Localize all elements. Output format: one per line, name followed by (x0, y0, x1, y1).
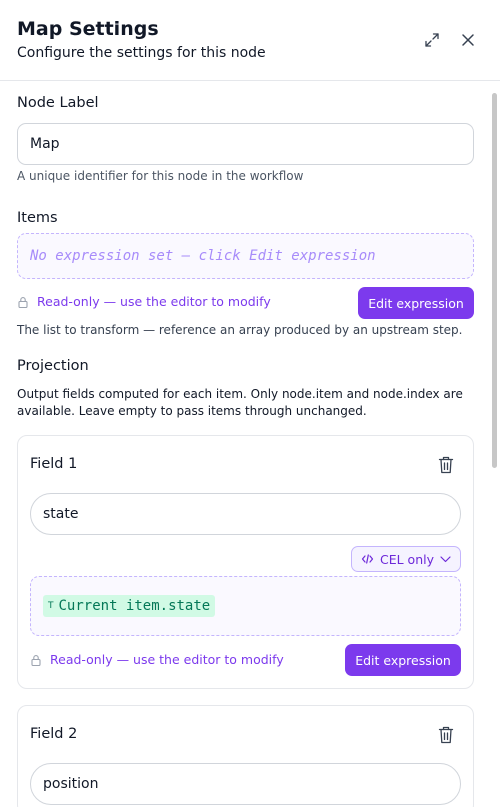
field-card-2: Field 2 position (17, 705, 474, 807)
expression-token: T Current item.state (43, 595, 216, 617)
trash-icon[interactable] (438, 726, 454, 744)
chevron-down-icon (440, 555, 451, 562)
scrollbar-thumb[interactable] (492, 93, 497, 468)
items-expression-box[interactable]: No expression set — click Edit expressio… (17, 233, 474, 279)
field-1-expression-box[interactable]: T Current item.state (30, 576, 461, 636)
field-card-1: Field 1 state CEL only T Current item.st… (17, 435, 474, 689)
items-help: The list to transform — reference an arr… (17, 323, 463, 337)
field-2-title: Field 2 (30, 726, 78, 742)
projection-help: Output fields computed for each item. On… (17, 387, 463, 418)
panel-header: Map Settings Configure the settings for … (0, 0, 500, 81)
close-icon (462, 34, 474, 46)
trash-icon[interactable] (438, 456, 454, 474)
expand-button[interactable] (421, 29, 443, 51)
node-label-help: A unique identifier for this node in the… (17, 169, 304, 183)
node-label-heading: Node Label (17, 95, 99, 111)
lock-icon (18, 296, 28, 308)
panel-title: Map Settings (17, 18, 159, 40)
items-readonly-note: Read-only — use the editor to modify (17, 294, 271, 309)
token-type-badge: T (48, 601, 54, 611)
field-1-edit-expression-button[interactable]: Edit expression (345, 644, 461, 676)
field-2-name-input[interactable]: position (30, 763, 461, 805)
node-label-input[interactable]: Map (17, 123, 474, 165)
code-icon (361, 554, 374, 564)
items-expression-placeholder: No expression set — click Edit expressio… (30, 248, 376, 264)
items-readonly-text: Read-only — use the editor to modify (37, 294, 271, 309)
projection-heading: Projection (17, 358, 89, 374)
lock-icon (31, 654, 41, 666)
scrollbar[interactable] (490, 89, 498, 807)
token-text: Current item.state (58, 598, 211, 614)
field-1-title: Field 1 (30, 456, 78, 472)
field-1-readonly-text: Read-only — use the editor to modify (50, 652, 284, 667)
field-1-name-input[interactable]: state (30, 493, 461, 535)
close-button[interactable] (457, 29, 479, 51)
items-edit-expression-button[interactable]: Edit expression (358, 287, 474, 319)
expand-icon (425, 33, 439, 47)
items-heading: Items (17, 210, 58, 226)
field-1-mode-dropdown[interactable]: CEL only (351, 546, 461, 572)
field-1-readonly-note: Read-only — use the editor to modify (30, 652, 284, 667)
field-1-mode-label: CEL only (379, 551, 434, 567)
panel-subtitle: Configure the settings for this node (17, 45, 266, 61)
